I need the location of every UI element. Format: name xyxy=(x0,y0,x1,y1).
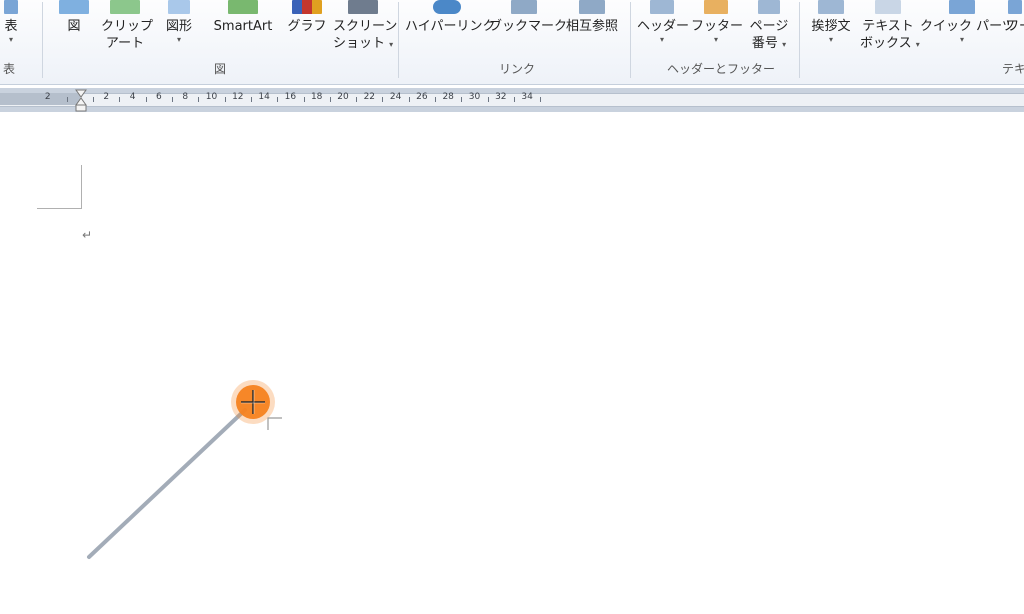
drawn-line-shape[interactable] xyxy=(87,408,247,559)
drawing-layer xyxy=(87,380,282,559)
shape-corner-handle xyxy=(267,417,282,430)
